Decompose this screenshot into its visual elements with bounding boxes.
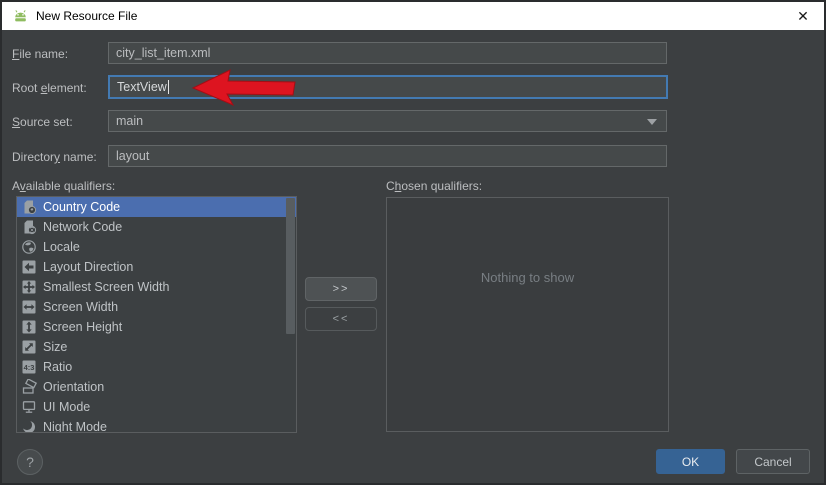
- new-resource-file-dialog: New Resource File ✕ File name: city_list…: [0, 0, 826, 485]
- qualifier-item-country-code[interactable]: Country Code: [17, 197, 296, 217]
- screen-width-icon: [21, 299, 37, 315]
- window-title: New Resource File: [36, 9, 138, 23]
- file-name-label: File name:: [12, 47, 69, 61]
- source-set-label: Source set:: [12, 115, 73, 129]
- empty-state-text: Nothing to show: [480, 270, 575, 285]
- dropdown-arrow-icon: [647, 119, 657, 125]
- ui-mode-icon: [21, 399, 37, 415]
- chosen-qualifiers-label: Chosen qualifiers:: [386, 179, 483, 193]
- add-qualifier-button[interactable]: >>: [305, 277, 377, 301]
- orientation-icon: [21, 379, 37, 395]
- qualifier-item-screen-width[interactable]: Screen Width: [17, 297, 296, 317]
- qualifier-item-ratio[interactable]: Ratio: [17, 357, 296, 377]
- list-scrollbar[interactable]: [286, 198, 295, 334]
- size-icon: [21, 339, 37, 355]
- directory-name-input[interactable]: layout: [108, 145, 667, 167]
- available-qualifiers-list: Country Code Network Code Locale Layout …: [16, 196, 297, 433]
- smallest-screen-width-icon: [21, 279, 37, 295]
- available-qualifiers-label: Available qualifiers:: [12, 179, 116, 193]
- qualifier-item-locale[interactable]: Locale: [17, 237, 296, 257]
- qualifier-item-screen-height[interactable]: Screen Height: [17, 317, 296, 337]
- qualifier-item-size[interactable]: Size: [17, 337, 296, 357]
- screen-height-icon: [21, 319, 37, 335]
- night-mode-icon: [21, 419, 37, 433]
- titlebar: New Resource File ✕: [2, 2, 824, 30]
- android-icon: [15, 9, 26, 21]
- qualifier-item-network-code[interactable]: Network Code: [17, 217, 296, 237]
- qualifier-item-smallest-screen-width[interactable]: Smallest Screen Width: [17, 277, 296, 297]
- ratio-icon: [21, 359, 37, 375]
- country-code-icon: [21, 199, 37, 215]
- cancel-button[interactable]: Cancel: [736, 449, 810, 474]
- root-element-label: Root element:: [12, 81, 87, 95]
- help-button[interactable]: ?: [17, 449, 43, 475]
- chosen-qualifiers-panel: Nothing to show: [386, 197, 669, 432]
- network-code-icon: [21, 219, 37, 235]
- qualifier-item-night-mode[interactable]: Night Mode: [17, 417, 296, 433]
- source-set-combobox[interactable]: main: [108, 110, 667, 132]
- qualifier-item-ui-mode[interactable]: UI Mode: [17, 397, 296, 417]
- layout-direction-icon: [21, 259, 37, 275]
- text-caret: [167, 80, 169, 94]
- ok-button[interactable]: OK: [656, 449, 725, 474]
- close-button[interactable]: ✕: [788, 2, 818, 30]
- root-element-input[interactable]: TextView: [108, 75, 668, 99]
- qualifier-item-orientation[interactable]: Orientation: [17, 377, 296, 397]
- remove-qualifier-button[interactable]: <<: [305, 307, 377, 331]
- directory-name-label: Directory name:: [12, 150, 97, 164]
- close-icon: ✕: [797, 7, 809, 24]
- qualifier-item-layout-direction[interactable]: Layout Direction: [17, 257, 296, 277]
- locale-icon: [21, 239, 37, 255]
- file-name-input[interactable]: city_list_item.xml: [108, 42, 667, 64]
